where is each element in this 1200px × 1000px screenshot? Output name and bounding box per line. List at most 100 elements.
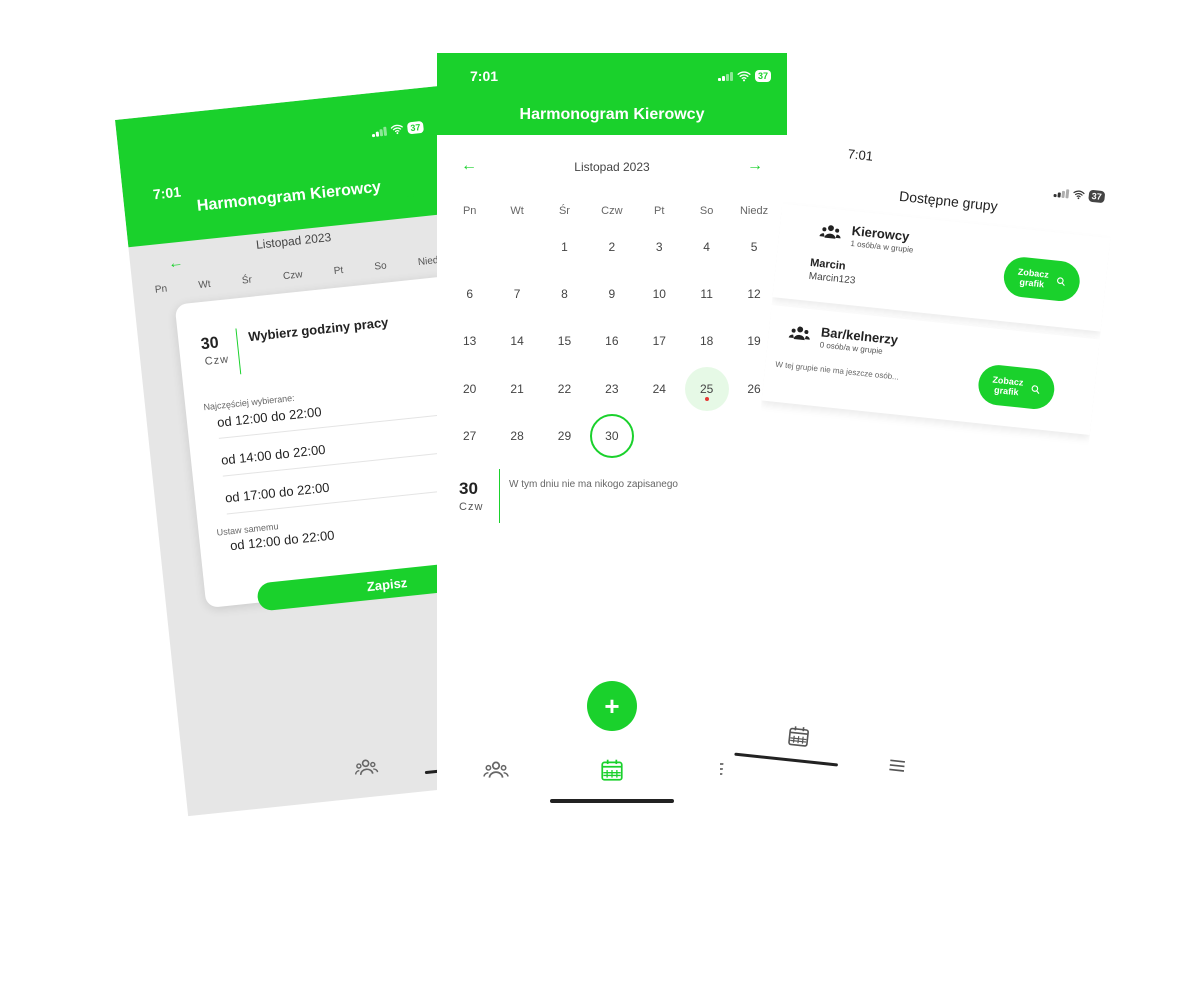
selected-day-divider — [499, 469, 500, 523]
calendar-day[interactable]: 4 — [683, 223, 730, 270]
calendar-day[interactable]: 27 — [446, 413, 493, 460]
empty-day-message: W tym dniu nie ma nikogo zapisanego — [509, 479, 678, 490]
weekday-label: Czw — [282, 269, 304, 283]
calendar-day[interactable]: 1 — [541, 223, 588, 270]
calendar-day-label: 19 — [747, 334, 761, 349]
people-icon[interactable] — [353, 754, 379, 780]
weekday-label: Wt — [197, 278, 212, 292]
calendar-day-label: 29 — [557, 429, 572, 444]
signal-icon — [717, 71, 733, 81]
weekday-label: Pn — [154, 283, 168, 296]
member-name: Marcin — [809, 256, 847, 273]
calendar-day[interactable]: 2 — [588, 223, 635, 270]
phone-right-groups: 7:01 37 Dostępne grupy Kierowcy 1 osób/a… — [718, 130, 1119, 841]
calendar-day-label: 16 — [605, 334, 619, 349]
calendar-day[interactable]: 23 — [588, 365, 635, 412]
weekday-label: Pn — [462, 205, 477, 217]
calendar-day-label: 12 — [747, 287, 761, 302]
calendar-day-label: 26 — [747, 381, 761, 396]
status-time: 7:01 — [470, 68, 499, 84]
calendar-icon[interactable] — [785, 723, 811, 749]
calendar-day-label: 24 — [652, 381, 666, 396]
calendar-day-label: 10 — [652, 287, 666, 302]
calendar-day-label: 3 — [655, 239, 663, 254]
page-title: Harmonogram Kierowcy — [519, 106, 705, 123]
calendar-day[interactable]: 30 — [588, 413, 635, 460]
calendar-day[interactable]: 22 — [541, 365, 588, 412]
calendar-day[interactable]: 28 — [493, 413, 540, 460]
calendar-day[interactable]: 29 — [541, 413, 588, 460]
signal-icon — [1053, 187, 1070, 199]
view-schedule-button[interactable]: Zobacz grafik — [976, 363, 1057, 411]
calendar-day[interactable]: 10 — [636, 270, 683, 317]
weekday-label: Śr — [241, 274, 253, 287]
calendar-day-label: 11 — [700, 287, 713, 302]
calendar-day-label: 20 — [463, 381, 477, 396]
modal-day-number: 30 — [200, 334, 220, 354]
view-schedule-label: Zobacz grafik — [992, 374, 1024, 398]
calendar-day-label: 23 — [605, 381, 619, 396]
calendar-day[interactable]: 20 — [446, 365, 493, 412]
empty-group-message: W tej grupie nie ma jeszcze osób... — [774, 359, 900, 382]
arrow-right-icon[interactable]: → — [747, 157, 763, 175]
calendar-day[interactable]: 16 — [588, 318, 635, 365]
calendar-day[interactable]: 14 — [493, 318, 540, 365]
menu-icon[interactable] — [885, 754, 909, 778]
calendar-day-label: 9 — [608, 287, 616, 302]
calendar-day[interactable]: 8 — [541, 270, 588, 317]
people-icon[interactable] — [483, 757, 509, 783]
calendar-day-label: 4 — [703, 239, 710, 254]
weekday-label: So — [699, 205, 714, 217]
calendar-day-label: 21 — [510, 381, 524, 396]
weekday-label: Pt — [654, 205, 665, 217]
calendar-day-label: 1 — [561, 239, 568, 254]
calendar-icon[interactable] — [599, 757, 625, 783]
calendar-grid: 1 2 3 4 5 6 7 8 9 10 11 12 13 14 15 16 17 18 19 20 21 22 23 24 2… — [446, 223, 786, 460]
calendar-day[interactable]: 13 — [446, 318, 493, 365]
weekday-label: Czw — [601, 205, 623, 217]
weekday-label: Pt — [333, 264, 344, 277]
calendar-day[interactable]: 18 — [683, 318, 730, 365]
calendar-day[interactable]: 25 — [683, 365, 730, 412]
calendar-day[interactable]: 24 — [636, 365, 683, 412]
calendar-day[interactable]: 17 — [636, 318, 683, 365]
selected-day-number: 30 — [459, 479, 478, 498]
wifi-icon — [1072, 188, 1085, 201]
arrow-left-icon[interactable]: ← — [167, 254, 184, 272]
battery-icon: 37 — [1088, 189, 1106, 204]
status-time: 7:01 — [847, 146, 874, 164]
calendar-day[interactable]: 9 — [588, 270, 635, 317]
app-header: 7:01 37 Harmonogram Kierowcy — [437, 53, 787, 135]
weekday-label: So — [373, 260, 388, 273]
view-schedule-button[interactable]: Zobacz grafik — [1001, 255, 1082, 303]
calendar-day[interactable]: 11 — [683, 270, 730, 317]
calendar-day-label: 8 — [561, 287, 568, 302]
modal-day-name: Czw — [204, 353, 230, 368]
calendar-day[interactable]: 7 — [493, 270, 540, 317]
calendar-day-label: 5 — [750, 239, 758, 254]
status-icons: 37 — [1053, 186, 1106, 204]
add-button[interactable]: + — [587, 681, 637, 731]
calendar-day-label: 22 — [557, 381, 572, 396]
arrow-right-icon[interactable]: → — [403, 185, 420, 203]
calendar-day[interactable]: 5 — [730, 223, 777, 270]
calendar-day[interactable]: 15 — [541, 318, 588, 365]
calendar-day-label: 30 — [605, 429, 619, 444]
calendar-day-label: 2 — [608, 239, 616, 254]
weekday-label: Śr — [558, 205, 570, 217]
weekday-label: Niedz — [739, 205, 769, 217]
calendar-day[interactable]: 21 — [493, 365, 540, 412]
battery-icon: 37 — [406, 120, 424, 134]
calendar-day-label: 17 — [652, 334, 666, 349]
month-label: Listopad 2023 — [574, 160, 650, 174]
calendar-day[interactable]: 3 — [636, 223, 683, 270]
wifi-icon — [390, 122, 404, 136]
calendar-day-label: 18 — [699, 334, 714, 349]
calendar-day[interactable]: 6 — [446, 270, 493, 317]
event-dot — [704, 396, 709, 401]
view-schedule-label: Zobacz grafik — [1017, 266, 1050, 290]
modal-divider — [235, 328, 242, 375]
modal-title: Wybierz godziny pracy — [247, 314, 390, 345]
people-icon — [818, 220, 842, 244]
status-icons: 37 — [717, 69, 771, 83]
